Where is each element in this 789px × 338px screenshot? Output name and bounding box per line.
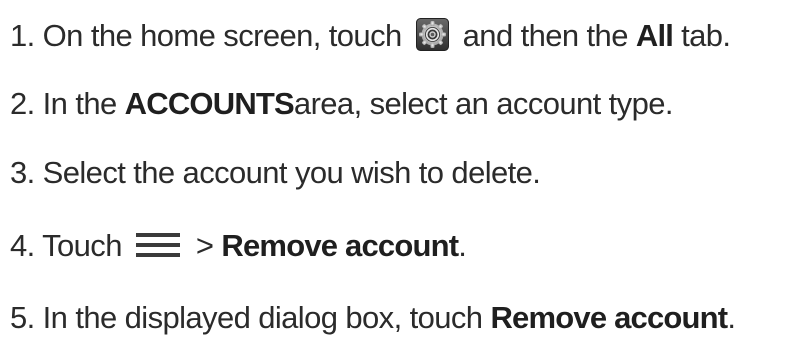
step-text: tab. — [681, 18, 731, 53]
step-text: On the home screen, touch — [42, 18, 403, 53]
step-3: 3. Select the account you wish to delete… — [10, 153, 541, 193]
step-text: . — [458, 228, 467, 263]
accounts-area-label: ACCOUNTS — [124, 86, 295, 121]
all-tab-label: All — [635, 18, 674, 53]
step-text: and then the — [462, 18, 629, 53]
step-text: area, select an account type. — [293, 86, 674, 121]
step-number: 3. — [10, 155, 35, 190]
step-text: Touch — [42, 228, 122, 263]
remove-account-label: Remove account — [490, 300, 728, 335]
menu-icon — [135, 233, 180, 257]
step-number: 4. — [10, 228, 35, 263]
step-text: In the — [42, 86, 118, 121]
step-text: Select the account you wish to delete. — [42, 155, 541, 190]
step-text: . — [727, 300, 736, 335]
instruction-steps: 1. On the home screen, touch and then th… — [10, 0, 789, 335]
step-5: 5. In the displayed dialog box, touch Re… — [10, 298, 736, 338]
step-1: 1. On the home screen, touch and then th… — [10, 16, 731, 56]
step-number: 2. — [10, 86, 35, 121]
step-number: 5. — [10, 300, 35, 335]
remove-account-label: Remove account — [221, 228, 459, 263]
step-text: In the displayed dialog box, touch — [42, 300, 483, 335]
settings-gear-icon — [415, 18, 449, 51]
step-text: > — [195, 228, 214, 263]
step-4: 4. Touch > Remove account. — [10, 226, 467, 266]
step-2: 2. In the ACCOUNTSarea, select an accoun… — [10, 84, 673, 124]
step-number: 1. — [10, 18, 35, 53]
